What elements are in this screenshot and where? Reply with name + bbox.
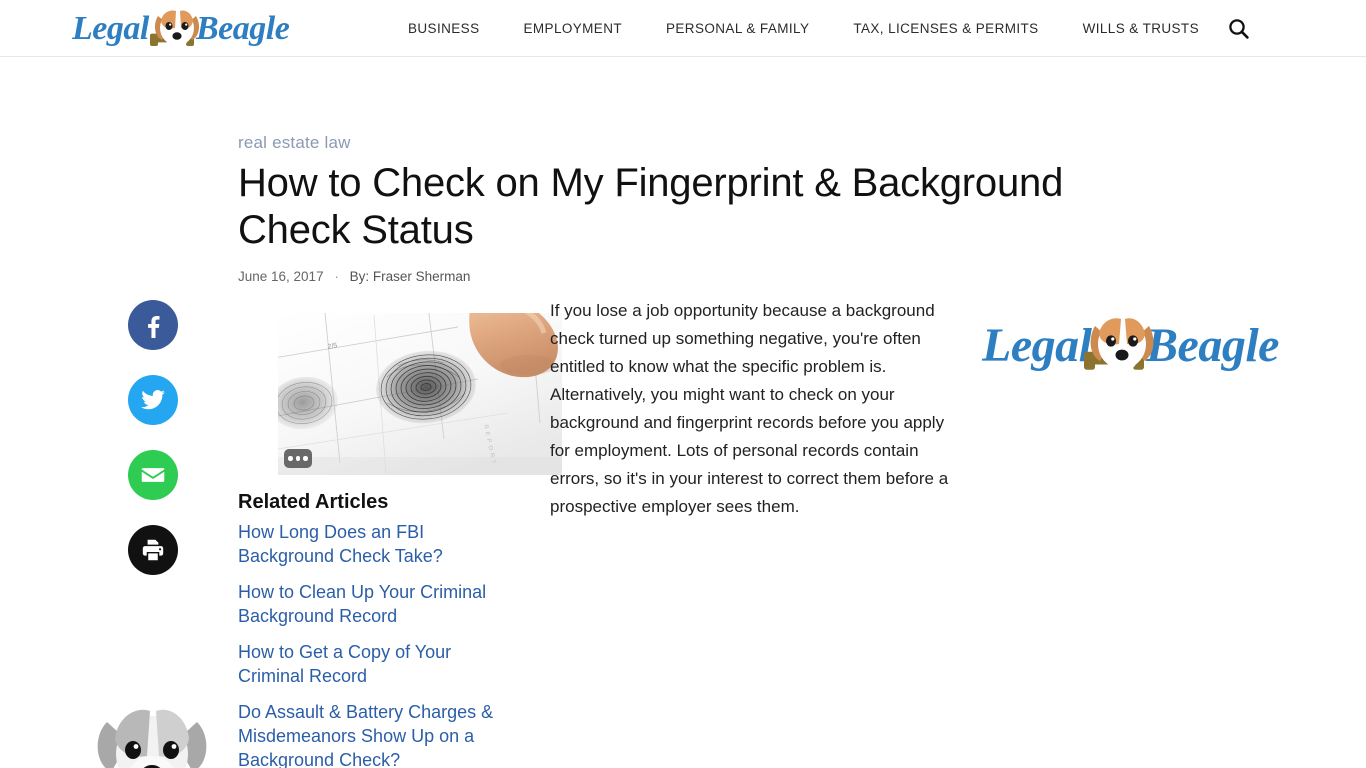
related-articles-heading: Related Articles xyxy=(238,491,389,513)
dot-1 xyxy=(288,456,293,461)
nav-item-4[interactable]: WILLS & TRUSTS xyxy=(1061,21,1221,36)
beagle-mascot-widget[interactable] xyxy=(85,702,221,768)
nav-item-2[interactable]: PERSONAL & FAMILY xyxy=(644,21,831,36)
article-right-column: If you lose a job opportunity because a … xyxy=(550,297,970,521)
list-item: How Long Does an FBI Background Check Ta… xyxy=(238,520,522,568)
legal-beagle-logo-icon: Legal Beagle xyxy=(71,10,290,48)
publish-date: June 16, 2017 xyxy=(238,269,324,284)
page-title: How to Check on My Fingerprint & Backgro… xyxy=(238,161,1064,252)
main-navigation: BUSINESS EMPLOYMENT PERSONAL & FAMILY TA… xyxy=(386,0,1221,57)
lead-paragraph: If you lose a job opportunity because a … xyxy=(550,301,949,516)
svg-text:Beagle: Beagle xyxy=(195,10,290,47)
svg-text:Legal: Legal xyxy=(982,319,1093,372)
social-share-rail xyxy=(128,300,178,575)
byline-separator: · xyxy=(334,269,339,284)
search-button[interactable] xyxy=(1224,14,1254,44)
author-name: Fraser Sherman xyxy=(372,269,471,284)
twitter-icon xyxy=(141,390,165,410)
byline: June 16, 2017 · By: Fraser Sherman xyxy=(238,269,1238,284)
dot-2 xyxy=(295,456,301,461)
sidebar-brand-logo: Legal Beagle xyxy=(981,309,1282,381)
nav-item-3[interactable]: TAX, LICENSES & PERMITS xyxy=(831,21,1060,36)
related-articles-list: How Long Does an FBI Background Check Ta… xyxy=(238,520,522,768)
site-logo[interactable]: Legal Beagle xyxy=(71,3,300,53)
beagle-mascot-icon xyxy=(85,702,221,768)
email-icon xyxy=(141,468,165,482)
share-twitter-button[interactable] xyxy=(128,375,178,425)
related-link-1[interactable]: How to Clean Up Your Criminal Background… xyxy=(238,580,522,628)
nav-item-0[interactable]: BUSINESS xyxy=(386,21,501,36)
page-content: real estate law How to Check on My Finge… xyxy=(0,57,1366,768)
svg-text:Beagle: Beagle xyxy=(1145,319,1279,372)
site-header: Legal Beagle BUSINESS EMPLOYMENT PERSONA… xyxy=(0,0,1366,57)
article-category-link[interactable]: real estate law xyxy=(238,133,1238,153)
share-facebook-button[interactable] xyxy=(128,300,178,350)
dot-3 xyxy=(303,456,308,461)
hero-image-figure: 2/5 REPORT xyxy=(278,313,562,475)
legal-beagle-logo-icon: Legal Beagle xyxy=(981,318,1280,372)
related-link-0[interactable]: How Long Does an FBI Background Check Ta… xyxy=(238,520,522,568)
list-item: How to Get a Copy of Your Criminal Recor… xyxy=(238,640,522,688)
list-item: Do Assault & Battery Charges & Misdemean… xyxy=(238,700,522,768)
search-icon xyxy=(1229,19,1249,39)
related-link-3[interactable]: Do Assault & Battery Charges & Misdemean… xyxy=(238,700,522,768)
list-item: How to Clean Up Your Criminal Background… xyxy=(238,580,522,628)
fingerprint-card-photo: 2/5 REPORT xyxy=(278,313,562,475)
print-icon xyxy=(142,539,164,561)
article-header: real estate law How to Check on My Finge… xyxy=(238,57,1238,284)
article-left-column: 2/5 REPORT Related Articles How Long Doe… xyxy=(238,297,562,768)
author-prefix: By: xyxy=(349,269,370,284)
nav-item-1[interactable]: EMPLOYMENT xyxy=(501,21,644,36)
share-email-button[interactable] xyxy=(128,450,178,500)
image-options-badge[interactable] xyxy=(284,449,312,468)
svg-text:Legal: Legal xyxy=(72,10,150,47)
related-link-2[interactable]: How to Get a Copy of Your Criminal Recor… xyxy=(238,640,522,688)
facebook-icon xyxy=(148,315,160,338)
share-print-button[interactable] xyxy=(128,525,178,575)
